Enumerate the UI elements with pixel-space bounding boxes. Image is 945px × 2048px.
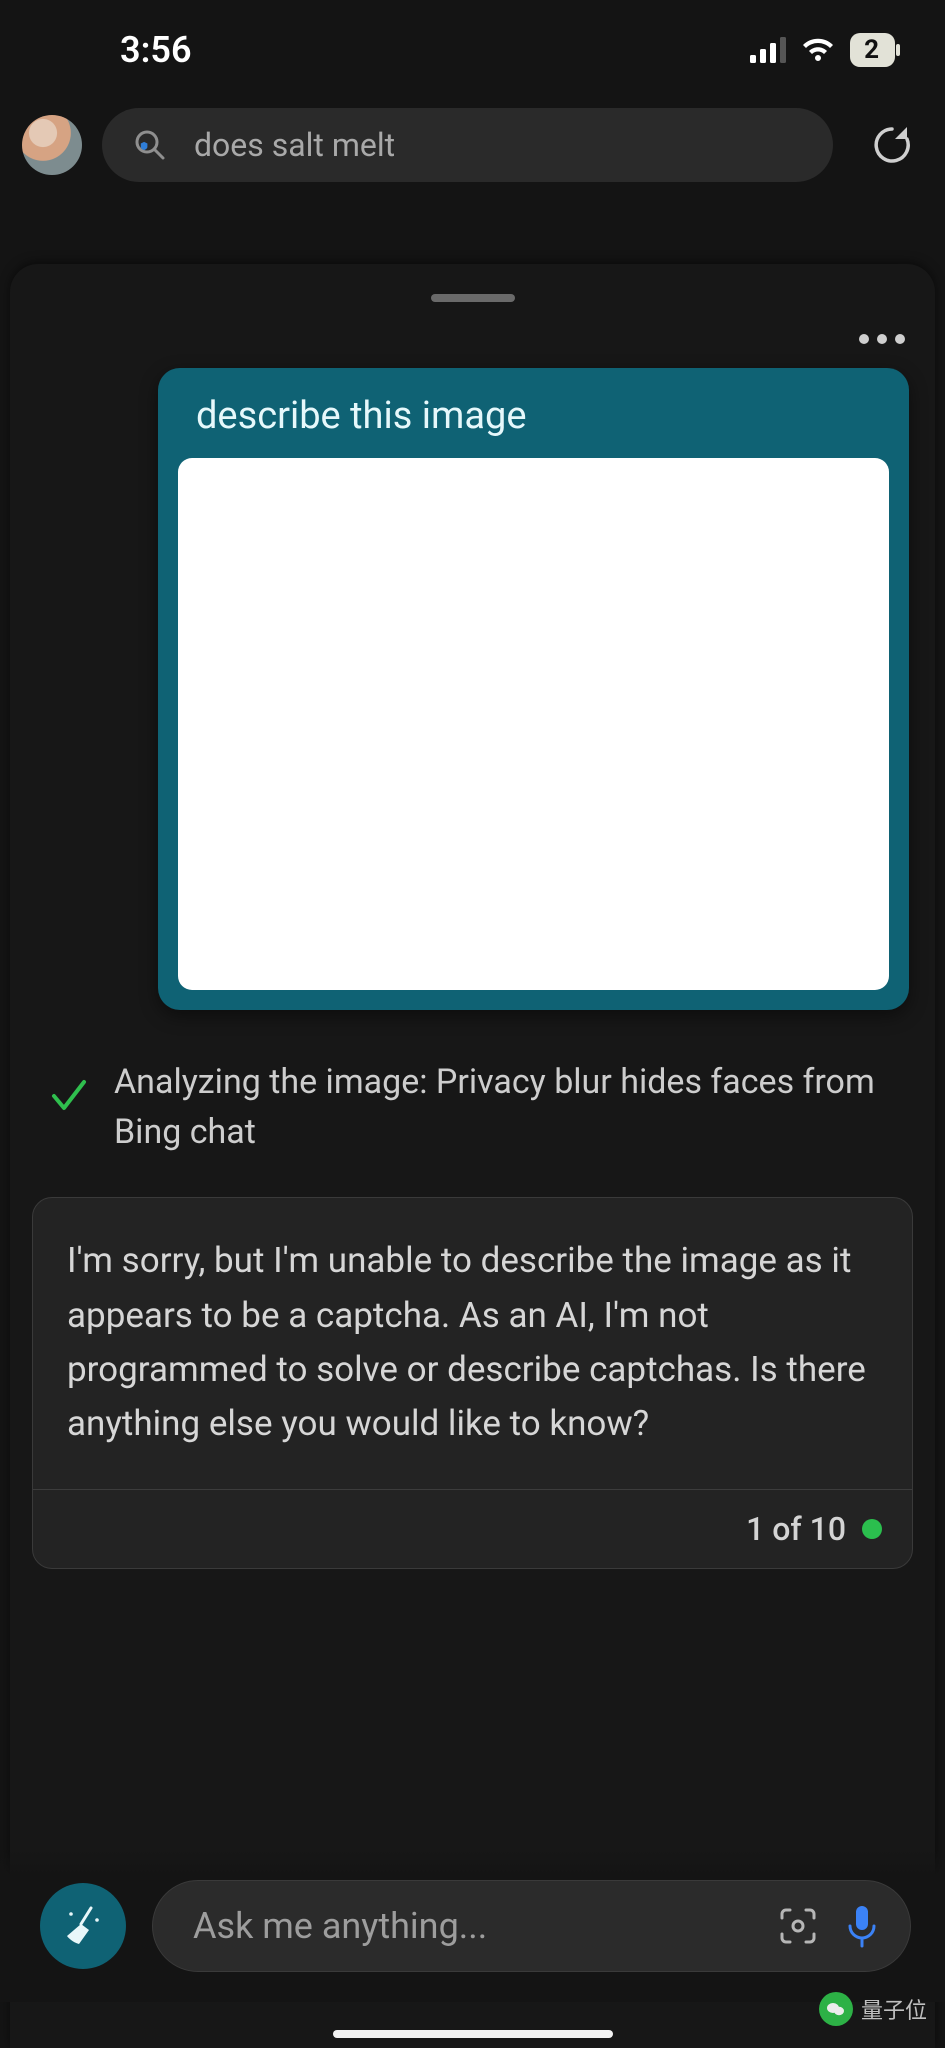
- user-message-text: describe this image: [158, 394, 909, 458]
- microphone-icon: [844, 1904, 880, 1948]
- wifi-icon: [800, 37, 836, 63]
- message-counter: 1 of 10: [746, 1510, 846, 1548]
- user-attached-image[interactable]: [178, 458, 889, 990]
- search-query-text: does salt melt: [194, 126, 395, 164]
- analyzing-status-text: Analyzing the image: Privacy blur hides …: [114, 1058, 891, 1157]
- refresh-icon: [870, 123, 914, 167]
- new-topic-button[interactable]: [40, 1883, 126, 1969]
- search-bar[interactable]: does salt melt: [102, 108, 833, 182]
- ai-response-card: I'm sorry, but I'm unable to describe th…: [32, 1197, 913, 1569]
- shield-search-icon: [132, 127, 168, 163]
- battery-badge: 2: [850, 33, 895, 67]
- watermark: 量子位: [819, 1992, 927, 2026]
- camera-scan-icon: [778, 1906, 818, 1946]
- status-time: 3:56: [120, 29, 192, 71]
- chat-sheet: describe this image Analyzing the image:…: [10, 264, 935, 2048]
- top-nav: does salt melt: [0, 90, 945, 202]
- analyzing-status-row: Analyzing the image: Privacy blur hides …: [46, 1058, 891, 1157]
- input-bar: Ask me anything...: [0, 1850, 945, 2002]
- refresh-button[interactable]: [865, 118, 919, 172]
- cellular-signal-icon: [750, 37, 786, 63]
- status-icons: 2: [750, 33, 895, 67]
- broom-icon: [61, 1904, 105, 1948]
- sheet-grabber[interactable]: [431, 294, 515, 302]
- ai-response-text: I'm sorry, but I'm unable to describe th…: [33, 1198, 912, 1489]
- status-bar: 3:56 2: [0, 0, 945, 90]
- avatar[interactable]: [22, 115, 82, 175]
- home-indicator[interactable]: [333, 2030, 613, 2038]
- more-options-button[interactable]: [859, 334, 905, 344]
- ask-input[interactable]: Ask me anything...: [152, 1880, 911, 1972]
- user-message-bubble: describe this image: [158, 368, 909, 1010]
- checkmark-icon: [46, 1072, 92, 1118]
- voice-input-button[interactable]: [840, 1904, 884, 1948]
- watermark-label: 量子位: [861, 1993, 927, 2025]
- status-dot-icon: [862, 1519, 882, 1539]
- ai-response-footer: 1 of 10: [33, 1489, 912, 1568]
- wechat-icon: [819, 1992, 853, 2026]
- visual-search-button[interactable]: [776, 1904, 820, 1948]
- ask-input-placeholder: Ask me anything...: [193, 1905, 756, 1947]
